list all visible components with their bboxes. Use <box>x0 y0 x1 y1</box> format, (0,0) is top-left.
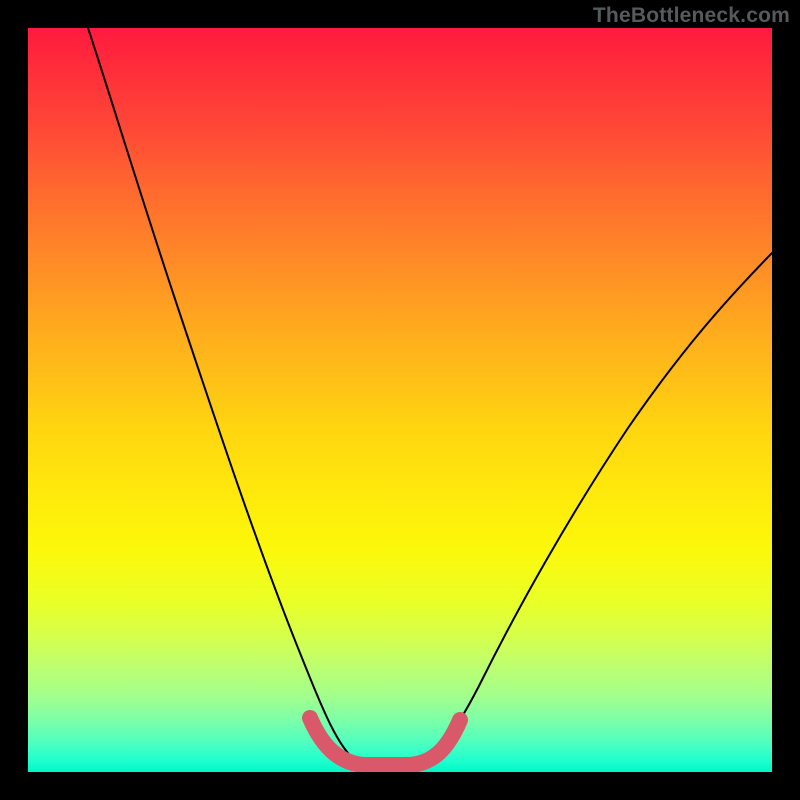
chart-svg <box>28 28 772 772</box>
chart-frame: TheBottleneck.com <box>0 0 800 800</box>
chart-plot-area <box>28 28 772 772</box>
watermark-label: TheBottleneck.com <box>593 4 790 28</box>
highlight-optimal-range <box>310 718 460 765</box>
bottleneck-curve <box>88 28 772 768</box>
